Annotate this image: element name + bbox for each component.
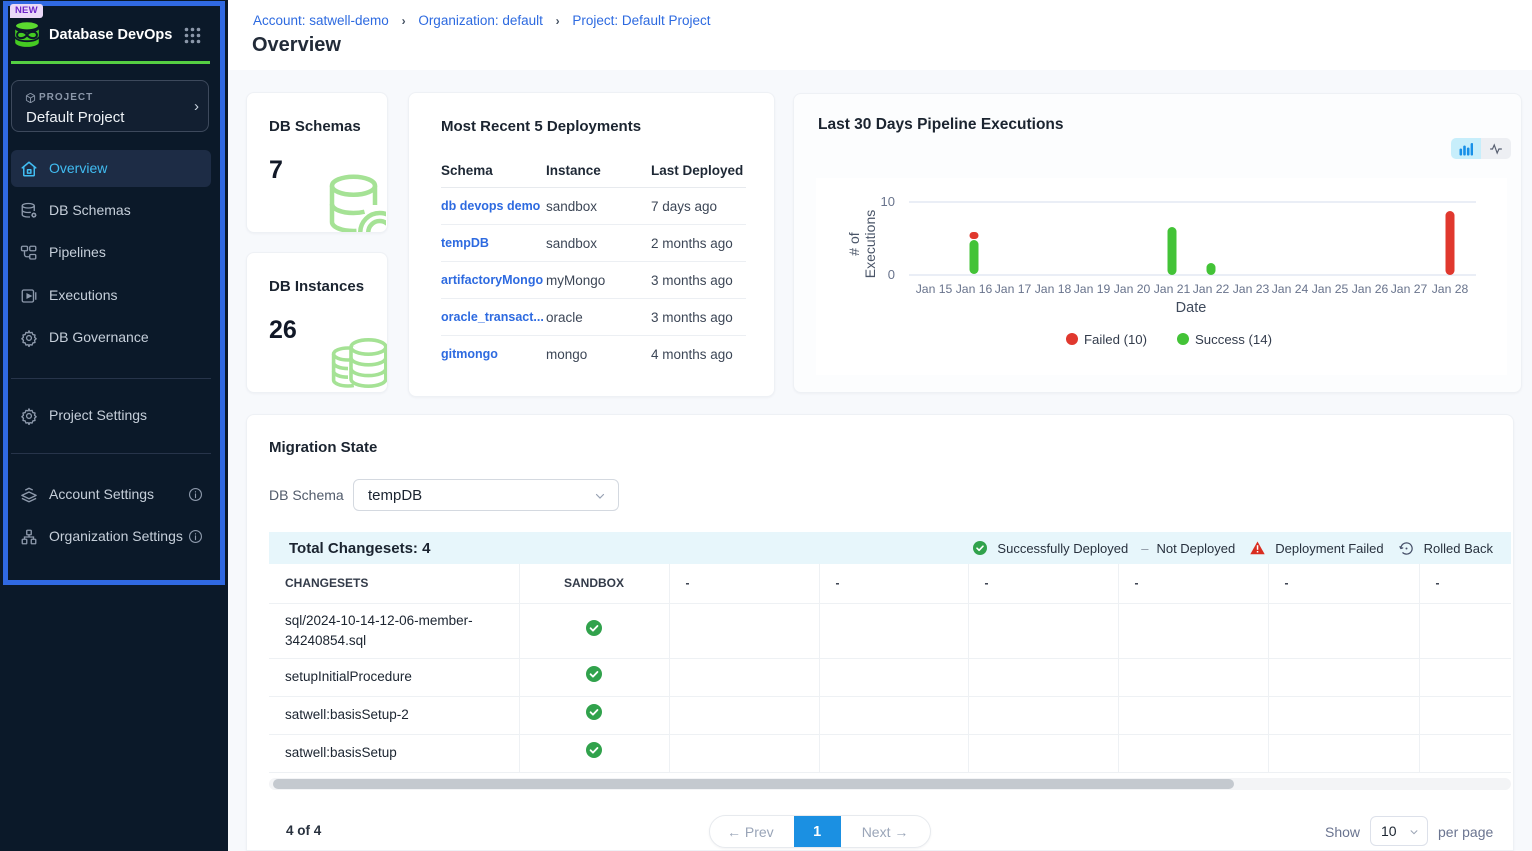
svg-text:Jan 26: Jan 26 — [1352, 282, 1389, 296]
svg-text:10: 10 — [881, 194, 895, 209]
svg-text:0: 0 — [888, 267, 895, 282]
svg-text:Jan 16: Jan 16 — [956, 282, 993, 296]
svg-text:Executions: Executions — [862, 210, 878, 278]
svg-text:Jan 28: Jan 28 — [1432, 282, 1469, 296]
svg-text:Jan 21: Jan 21 — [1154, 282, 1191, 296]
svg-text:Jan 15: Jan 15 — [916, 282, 953, 296]
svg-text:Jan 20: Jan 20 — [1114, 282, 1151, 296]
svg-text:Jan 22: Jan 22 — [1193, 282, 1230, 296]
svg-text:Jan 25: Jan 25 — [1312, 282, 1349, 296]
svg-text:Date: Date — [1176, 300, 1207, 316]
svg-text:Jan 27: Jan 27 — [1391, 282, 1428, 296]
svg-text:Jan 17: Jan 17 — [995, 282, 1032, 296]
svg-text:Jan 23: Jan 23 — [1233, 282, 1270, 296]
svg-text:Jan 18: Jan 18 — [1035, 282, 1072, 296]
svg-text:Jan 24: Jan 24 — [1272, 282, 1309, 296]
svg-text:Failed (10): Failed (10) — [1084, 332, 1147, 347]
svg-text:# of: # of — [846, 232, 862, 255]
svg-text:Success (14): Success (14) — [1195, 332, 1272, 347]
svg-text:Jan 19: Jan 19 — [1074, 282, 1111, 296]
